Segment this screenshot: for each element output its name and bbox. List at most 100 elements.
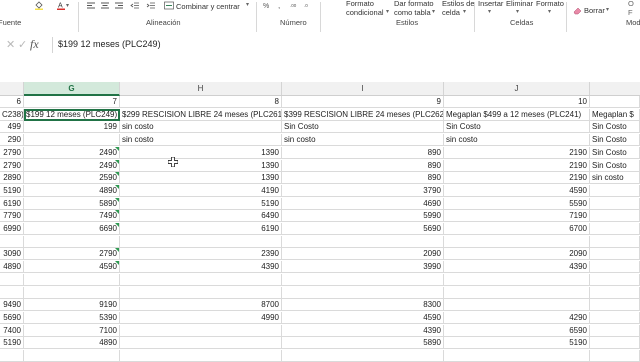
cell-j-2[interactable]: Megaplan $499 a 12 meses (PLC241)	[444, 108, 590, 121]
clear-button[interactable]: Borrar	[584, 6, 605, 15]
error-indicator-icon[interactable]	[115, 159, 119, 164]
cell-h-20[interactable]	[120, 337, 282, 350]
cell-j-15[interactable]	[444, 273, 590, 286]
cell-g-7[interactable]: 2590	[24, 172, 120, 185]
cell-g-20[interactable]: 4890	[24, 337, 120, 350]
comma-style-icon[interactable]: ,	[276, 1, 286, 10]
cell-f-16[interactable]	[0, 286, 24, 299]
cell-j-18[interactable]: 4290	[444, 311, 590, 324]
cell-i-17[interactable]: 8300	[282, 299, 444, 312]
font-color-dropdown-icon[interactable]: ▾	[66, 2, 69, 9]
cell-h-18[interactable]: 4990	[120, 311, 282, 324]
cell-j-11[interactable]: 6700	[444, 223, 590, 235]
format-button[interactable]: Formato	[536, 0, 564, 8]
cell-j-14[interactable]: 4390	[444, 261, 590, 274]
cell-g-4[interactable]	[24, 134, 120, 147]
merge-center-button[interactable]: Combinar y centrar	[176, 2, 240, 11]
cell-j-16[interactable]	[444, 286, 590, 299]
format-as-table-button-line1[interactable]: Dar formato	[394, 0, 434, 8]
cell-k-1[interactable]	[590, 96, 640, 108]
cell-h-6[interactable]: 1390	[120, 159, 282, 172]
cell-i-10[interactable]: 5990	[282, 210, 444, 223]
cell-i-15[interactable]	[282, 273, 444, 286]
cell-k-4[interactable]: Sin Costo	[590, 134, 640, 147]
align-left-icon[interactable]	[86, 1, 96, 10]
merge-center-icon[interactable]	[164, 1, 174, 10]
cell-k-18[interactable]	[590, 311, 640, 324]
cell-f-3[interactable]: 499	[0, 121, 24, 134]
cell-g-15[interactable]	[24, 273, 120, 286]
cell-j-9[interactable]: 5590	[444, 197, 590, 210]
insert-button[interactable]: Insertar	[478, 0, 503, 8]
cell-k-12[interactable]	[590, 235, 640, 248]
cell-h-1[interactable]: 8	[120, 96, 282, 108]
cell-k-5[interactable]: Sin Costo	[590, 146, 640, 159]
cell-i-5[interactable]: 890	[282, 146, 444, 159]
align-right-icon[interactable]	[114, 1, 124, 10]
font-color-icon[interactable]: A	[56, 1, 66, 10]
merge-dropdown-icon[interactable]: ▾	[246, 1, 249, 8]
cell-f-18[interactable]: 5690	[0, 311, 24, 324]
cell-k-15[interactable]	[590, 273, 640, 286]
cell-k-16[interactable]	[590, 286, 640, 299]
cell-j-19[interactable]: 6590	[444, 324, 590, 337]
cell-k-2[interactable]: Megaplan $	[590, 108, 640, 121]
formula-input[interactable]: $199 12 meses (PLC249)	[58, 39, 161, 49]
percent-icon[interactable]: %	[262, 1, 272, 10]
cell-g-14[interactable]: 4590	[24, 261, 120, 274]
cell-f-8[interactable]: 5190	[0, 184, 24, 197]
cell-k-3[interactable]: Sin Costo	[590, 121, 640, 134]
cell-i-12[interactable]	[282, 235, 444, 248]
cell-h-7[interactable]: 1390	[120, 172, 282, 185]
cell-f-1[interactable]: 6	[0, 96, 24, 108]
cell-j-10[interactable]: 7190	[444, 210, 590, 223]
cell-f-10[interactable]: 7790	[0, 210, 24, 223]
cell-f-15[interactable]	[0, 273, 24, 286]
cell-g-17[interactable]: 9190	[24, 299, 120, 312]
cell-f-20[interactable]: 5190	[0, 337, 24, 350]
cell-h-3[interactable]: sin costo	[120, 121, 282, 134]
cell-g-19[interactable]: 7100	[24, 324, 120, 337]
cell-i-1[interactable]: 9	[282, 96, 444, 108]
column-header-I[interactable]: I	[282, 82, 444, 95]
error-indicator-icon[interactable]	[115, 184, 119, 189]
enter-icon[interactable]: ✓	[18, 38, 27, 51]
cell-j-1[interactable]: 10	[444, 96, 590, 108]
error-indicator-icon[interactable]	[115, 261, 119, 266]
insert-function-icon[interactable]: fx	[30, 37, 39, 52]
cell-i-11[interactable]: 5690	[282, 223, 444, 235]
cell-h-4[interactable]: sin costo	[120, 134, 282, 147]
column-header-H[interactable]: H	[120, 82, 282, 95]
cell-g-13[interactable]: 2790	[24, 248, 120, 261]
error-indicator-icon[interactable]	[115, 248, 119, 253]
column-header-J[interactable]: J	[444, 82, 590, 95]
cell-j-8[interactable]: 4590	[444, 184, 590, 197]
indent-decrease-icon[interactable]	[130, 1, 140, 10]
cell-i-8[interactable]: 3790	[282, 184, 444, 197]
cell-f-19[interactable]: 7400	[0, 324, 24, 337]
conditional-format-button-line2[interactable]: condicional	[346, 8, 384, 17]
cell-i-21[interactable]	[282, 350, 444, 362]
error-indicator-icon[interactable]	[115, 197, 119, 202]
cell-h-15[interactable]	[120, 273, 282, 286]
cell-h-19[interactable]	[120, 324, 282, 337]
cell-f-9[interactable]: 6190	[0, 197, 24, 210]
cell-i-16[interactable]	[282, 286, 444, 299]
cell-g-2[interactable]: $199 12 meses (PLC249)	[24, 108, 120, 121]
cell-h-10[interactable]: 6490	[120, 210, 282, 223]
cell-k-9[interactable]	[590, 197, 640, 210]
column-header-F[interactable]	[0, 82, 24, 95]
cell-k-7[interactable]: sin costo	[590, 172, 640, 185]
cell-h-8[interactable]: 4190	[120, 184, 282, 197]
cell-h-16[interactable]	[120, 286, 282, 299]
cell-j-12[interactable]	[444, 235, 590, 248]
cell-h-5[interactable]: 1390	[120, 146, 282, 159]
column-header-K[interactable]	[590, 82, 640, 95]
cell-k-8[interactable]	[590, 184, 640, 197]
cell-g-6[interactable]: 2490	[24, 159, 120, 172]
cell-k-17[interactable]	[590, 299, 640, 312]
cell-k-19[interactable]	[590, 324, 640, 337]
cell-h-11[interactable]: 6190	[120, 223, 282, 235]
error-indicator-icon[interactable]	[115, 223, 119, 227]
cell-j-13[interactable]: 2090	[444, 248, 590, 261]
